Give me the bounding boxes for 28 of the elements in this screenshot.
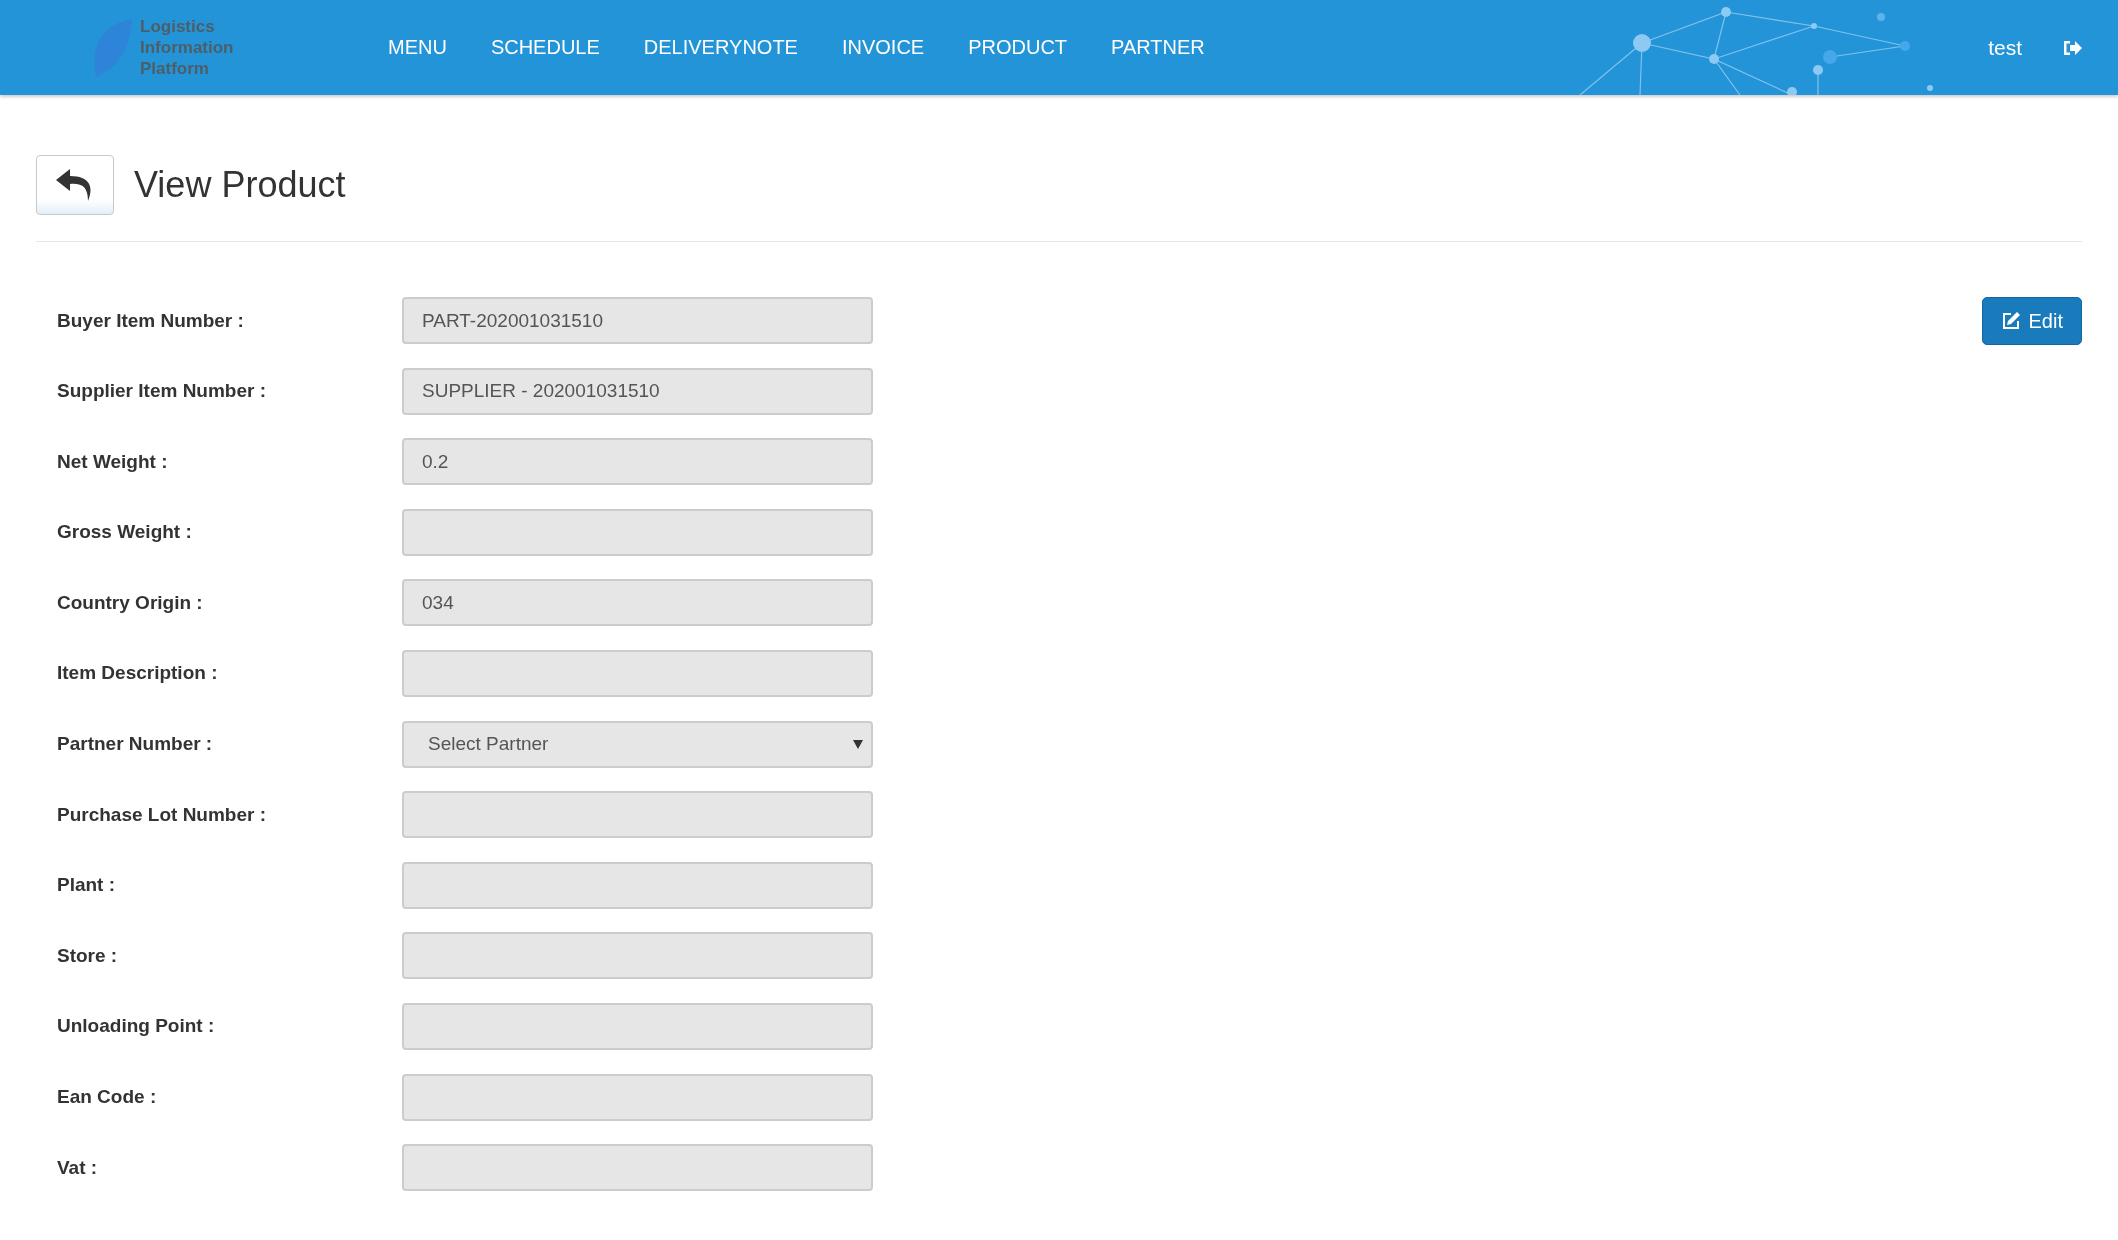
nav-link[interactable]: SCHEDULE <box>468 36 622 59</box>
field-label: Supplier Item Number : <box>57 380 268 403</box>
field-label: Country Origin : <box>57 591 204 614</box>
edit-icon <box>2000 311 2021 331</box>
field-label: Item Description : <box>57 662 219 685</box>
field-label: Partner Number : <box>57 733 214 756</box>
logout-icon[interactable] <box>2062 38 2082 57</box>
field-label: Unloading Point : <box>57 1015 216 1038</box>
user-name[interactable]: test <box>1988 35 2022 60</box>
nav-link[interactable]: PRODUCT <box>946 36 1090 59</box>
nav-link[interactable]: PARTNER <box>1089 36 1227 59</box>
back-button[interactable] <box>36 155 114 215</box>
caret-icon <box>853 739 863 749</box>
edit-button[interactable]: Edit <box>1981 297 2082 345</box>
field-label: Ean Code : <box>57 1086 158 1109</box>
nav-link[interactable]: DELIVERYNOTE <box>621 36 820 59</box>
page-title: View Product <box>134 164 346 206</box>
field-label: Store : <box>57 944 119 967</box>
field-label: Vat : <box>57 1156 99 1179</box>
field-label: Gross Weight : <box>57 521 193 544</box>
field-label: Plant : <box>57 874 117 897</box>
logo[interactable]: Logistics Information Platform <box>90 16 366 79</box>
logo-text: Logistics Information Platform <box>140 16 234 79</box>
nav-link[interactable]: MENU <box>366 36 469 59</box>
nav-link[interactable]: INVOICE <box>819 36 947 59</box>
field-label: Buyer Item Number : <box>57 309 245 332</box>
field-label: Net Weight : <box>57 450 169 473</box>
field-label: Purchase Lot Number : <box>57 803 268 826</box>
